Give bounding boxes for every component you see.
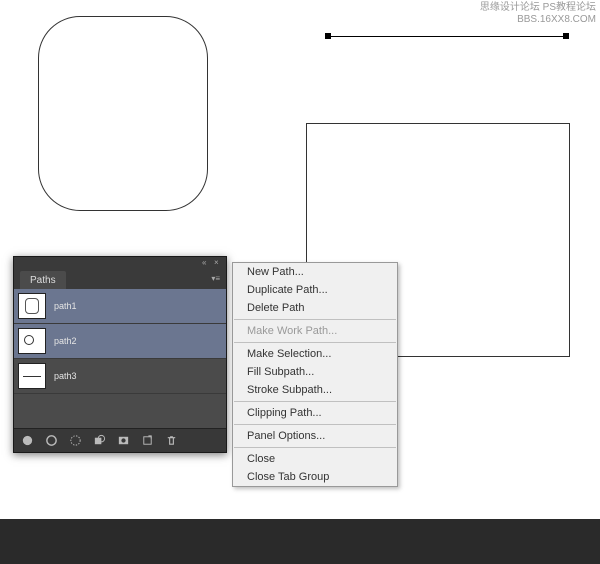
path-thumbnail: [18, 293, 46, 319]
path-row-2[interactable]: path2: [14, 324, 226, 359]
path-name: path2: [54, 336, 77, 346]
paths-list: path1 path2 path3: [14, 289, 226, 428]
watermark: 思缘设计论坛 PS教程论坛 BBS.16XX8.COM: [480, 2, 596, 26]
path-row-3[interactable]: path3: [14, 359, 226, 394]
selection-icon[interactable]: [68, 434, 82, 448]
path-thumbnail: [18, 328, 46, 354]
panel-footer: [14, 428, 226, 452]
menu-separator: [234, 447, 396, 448]
panel-title-bar[interactable]: « ×: [14, 257, 226, 267]
menu-panel-options[interactable]: Panel Options...: [233, 427, 397, 445]
path-thumbnail: [18, 363, 46, 389]
menu-new-path[interactable]: New Path...: [233, 263, 397, 281]
path-name: path3: [54, 371, 77, 381]
menu-make-selection[interactable]: Make Selection...: [233, 345, 397, 363]
stroke-circle-icon[interactable]: [44, 434, 58, 448]
path-anchor-right[interactable]: [563, 33, 569, 39]
paths-empty-area[interactable]: [14, 394, 226, 428]
menu-stroke-subpath[interactable]: Stroke Subpath...: [233, 381, 397, 399]
trash-icon[interactable]: [164, 434, 178, 448]
path-name: path1: [54, 301, 77, 311]
panel-menu-icon[interactable]: ▾≡: [209, 272, 222, 285]
watermark-line2: BBS.16XX8.COM: [480, 14, 596, 26]
watermark-line1: 思缘设计论坛 PS教程论坛: [480, 2, 596, 14]
paths-panel: « × Paths ▾≡ path1 path2 path3: [13, 256, 227, 453]
menu-separator: [234, 401, 396, 402]
menu-make-work-path: Make Work Path...: [233, 322, 397, 340]
panel-tabs: Paths ▾≡: [14, 267, 226, 289]
tab-paths[interactable]: Paths: [20, 271, 66, 289]
menu-close-tab-group[interactable]: Close Tab Group: [233, 468, 397, 486]
menu-duplicate-path[interactable]: Duplicate Path...: [233, 281, 397, 299]
close-icon[interactable]: ×: [214, 258, 222, 266]
menu-fill-subpath[interactable]: Fill Subpath...: [233, 363, 397, 381]
line-path[interactable]: [328, 36, 566, 37]
menu-close[interactable]: Close: [233, 450, 397, 468]
context-menu: New Path... Duplicate Path... Delete Pat…: [232, 262, 398, 487]
menu-clipping-path[interactable]: Clipping Path...: [233, 404, 397, 422]
menu-separator: [234, 319, 396, 320]
path-row-1[interactable]: path1: [14, 289, 226, 324]
fill-circle-icon[interactable]: [20, 434, 34, 448]
mask-icon[interactable]: [116, 434, 130, 448]
bottom-bar: [0, 519, 600, 564]
overlay-icon[interactable]: [92, 434, 106, 448]
menu-delete-path[interactable]: Delete Path: [233, 299, 397, 317]
rounded-rect-path[interactable]: [38, 16, 208, 211]
menu-separator: [234, 424, 396, 425]
collapse-icon[interactable]: «: [202, 258, 210, 266]
new-icon[interactable]: [140, 434, 154, 448]
path-anchor-left[interactable]: [325, 33, 331, 39]
menu-separator: [234, 342, 396, 343]
